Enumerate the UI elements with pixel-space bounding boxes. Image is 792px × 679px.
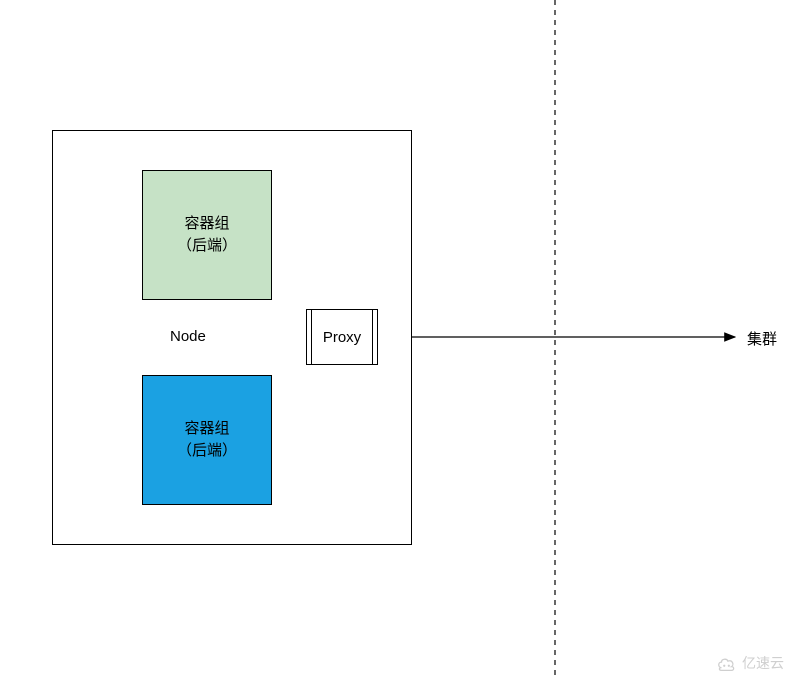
architecture-diagram: 容器组 （后端） 容器组 （后端） Node Proxy 集群 亿速云 (0, 0, 792, 679)
pod-label-line1: 容器组 (184, 213, 229, 236)
watermark: 亿速云 (716, 653, 784, 673)
proxy-label: Proxy (323, 329, 361, 346)
pod-label-line2: （后端） (177, 440, 237, 463)
cloud-icon (716, 655, 738, 671)
pod-label-line2: （后端） (177, 235, 237, 258)
proxy-box: Proxy (306, 309, 378, 365)
watermark-text: 亿速云 (742, 653, 784, 673)
pod-label-line1: 容器组 (184, 418, 229, 441)
node-label: Node (170, 328, 206, 345)
pod-backend-green: 容器组 （后端） (142, 170, 272, 300)
cluster-label: 集群 (747, 328, 777, 349)
pod-backend-blue: 容器组 （后端） (142, 375, 272, 505)
